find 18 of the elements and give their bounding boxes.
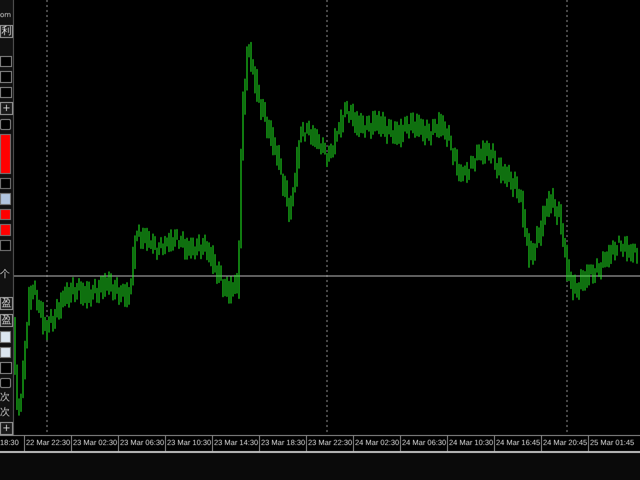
color-swatch[interactable] [0, 331, 11, 343]
panel-button[interactable]: + [0, 422, 13, 436]
color-swatch[interactable] [0, 346, 11, 358]
color-swatch[interactable] [0, 224, 11, 236]
panel-field[interactable] [0, 378, 11, 388]
color-swatch[interactable] [0, 193, 11, 205]
panel-button[interactable]: 利 [0, 25, 13, 38]
panel-button[interactable]: 盈 [0, 314, 13, 328]
color-swatch[interactable] [0, 208, 11, 220]
panel-label: 次 [0, 407, 10, 418]
panel-button[interactable]: + [0, 102, 13, 115]
color-swatch[interactable] [0, 240, 11, 252]
panel-field[interactable] [0, 119, 11, 130]
color-swatch[interactable] [0, 178, 11, 190]
panel-label: 次 [0, 392, 10, 404]
color-swatch[interactable] [0, 134, 11, 174]
panel-button[interactable]: 盈 [0, 297, 13, 310]
panel-label: 个 [0, 268, 10, 280]
